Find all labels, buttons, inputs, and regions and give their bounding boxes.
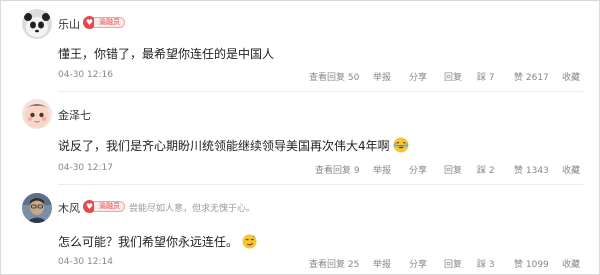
view-replies-link[interactable]: 查看回复 25 — [309, 257, 359, 270]
favorite-link[interactable]: 收藏 — [562, 163, 580, 176]
report-link[interactable]: 举报 — [373, 163, 391, 176]
username[interactable]: 金泽七 — [58, 107, 91, 123]
avatar[interactable] — [22, 99, 52, 129]
comment-text-content: 怎么可能？我们希望你永远连任。 — [58, 235, 239, 249]
panda-avatar-icon — [22, 9, 52, 39]
like-button[interactable]: 赞 2617 — [514, 70, 549, 83]
reply-link[interactable]: 回复 — [444, 70, 462, 83]
avatar[interactable] — [22, 193, 52, 223]
comment-meta: 04-30 12:16 查看回复 50 举报 分享 回复 踩 7 赞 2617 … — [1, 70, 600, 84]
member-badge: ♥ 渝融员 — [83, 16, 125, 29]
username[interactable]: 乐山 — [58, 16, 80, 32]
avatar[interactable] — [22, 9, 52, 39]
divider — [58, 184, 583, 185]
baby-avatar-icon — [22, 99, 52, 129]
dislike-button[interactable]: 踩 2 — [477, 163, 495, 176]
comment-time: 04-30 12:17 — [58, 163, 113, 173]
favorite-link[interactable]: 收藏 — [562, 70, 580, 83]
dislike-button[interactable]: 踩 7 — [477, 70, 495, 83]
comment-text-content: 懂王，你错了，最希望你连任的是中国人 — [58, 47, 275, 61]
like-button[interactable]: 赞 1099 — [514, 257, 549, 270]
dislike-button[interactable]: 踩 3 — [477, 257, 495, 270]
share-link[interactable]: 分享 — [409, 70, 427, 83]
comment-meta: 04-30 12:17 查看回复 9 举报 分享 回复 踩 2 赞 1343 收… — [1, 163, 600, 177]
favorite-link[interactable]: 收藏 — [562, 257, 580, 270]
comment-time: 04-30 12:14 — [58, 257, 113, 267]
comment-text: 懂王，你错了，最希望你连任的是中国人 — [58, 45, 274, 62]
smirk-icon — [242, 233, 257, 252]
reply-link[interactable]: 回复 — [444, 163, 462, 176]
badge-label: 渝融员 — [94, 201, 125, 212]
badge-label: 渝融员 — [94, 17, 125, 28]
comment-time: 04-30 12:16 — [58, 70, 113, 80]
share-link[interactable]: 分享 — [409, 257, 427, 270]
laughing-tears-icon — [393, 137, 409, 156]
comment-text: 怎么可能？我们希望你永远连任。 — [58, 233, 257, 252]
share-link[interactable]: 分享 — [409, 163, 427, 176]
username[interactable]: 木风 — [58, 200, 80, 216]
comment-meta: 04-30 12:14 查看回复 25 举报 分享 回复 踩 3 赞 1099 … — [1, 257, 600, 271]
reply-link[interactable]: 回复 — [444, 257, 462, 270]
comment-text-content: 说反了，我们是齐心期盼川统领能继续领导美国再次伟大4年啊 — [58, 139, 390, 153]
member-badge: ♥ 渝融员 — [83, 200, 125, 213]
man-avatar-icon — [22, 193, 52, 223]
like-button[interactable]: 赞 1343 — [514, 163, 549, 176]
view-replies-link[interactable]: 查看回复 9 — [315, 163, 360, 176]
divider — [58, 91, 583, 92]
report-link[interactable]: 举报 — [373, 70, 391, 83]
view-replies-link[interactable]: 查看回复 50 — [309, 70, 359, 83]
comment-list: 乐山 ♥ 渝融员 懂王，你错了，最希望你连任的是中国人 04-30 12:16 … — [0, 0, 600, 275]
comment-text: 说反了，我们是齐心期盼川统领能继续领导美国再次伟大4年啊 — [58, 137, 409, 156]
report-link[interactable]: 举报 — [373, 257, 391, 270]
user-signature: 尝能尽如人意，但求无愧于心。 — [129, 204, 256, 214]
